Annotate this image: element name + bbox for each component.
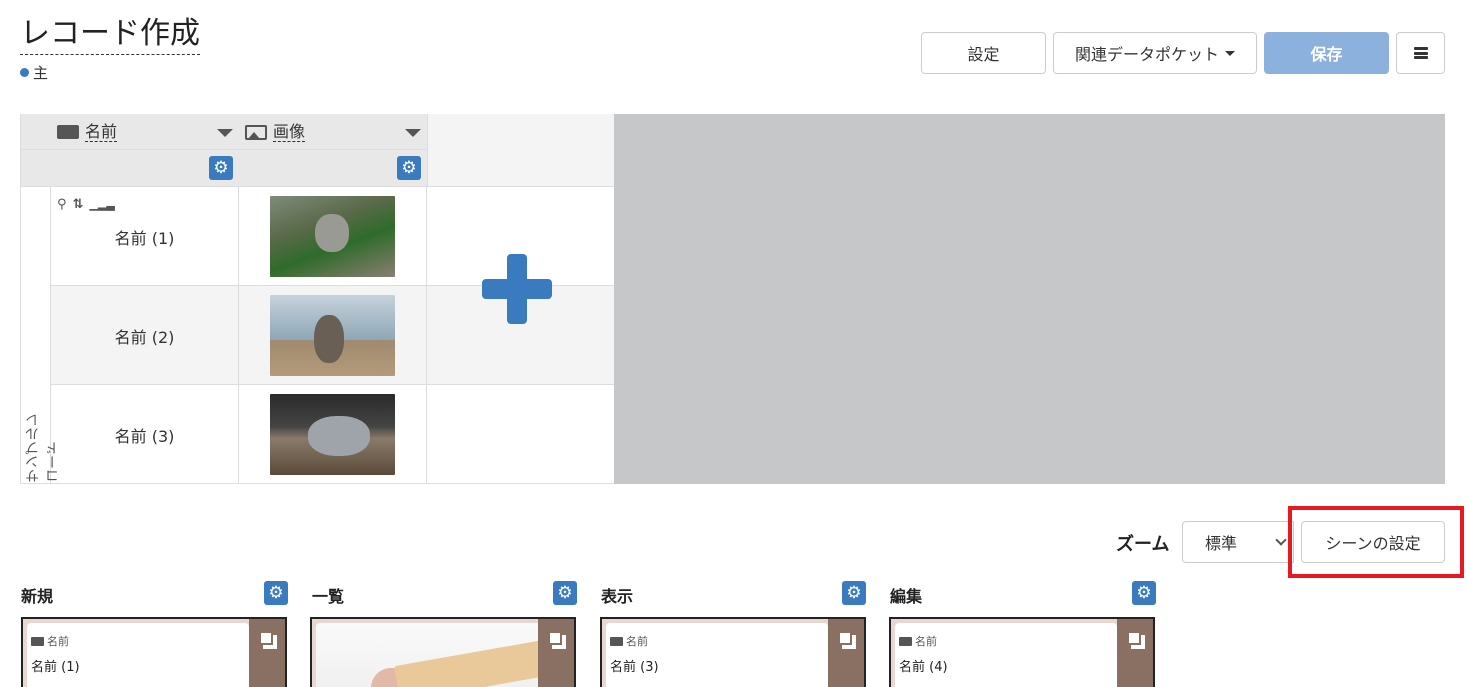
wood-block-photo <box>394 640 548 687</box>
image-field-icon <box>245 124 267 140</box>
scene-card-view[interactable]: 名前 名前 (3) <box>600 617 866 687</box>
highlight-box <box>1288 506 1464 578</box>
hamburger-icon <box>1413 47 1428 59</box>
page-title: レコード作成 <box>20 8 200 55</box>
scene-settings-gear-icon[interactable]: ⚙ <box>264 581 288 605</box>
column-image-label: 画像 <box>273 121 306 142</box>
subtitle-text: 主 <box>33 64 49 82</box>
settings-button[interactable]: 設定 <box>921 32 1046 74</box>
scene-side-panel <box>249 619 285 687</box>
sample-record-label: サンプルレコード <box>21 187 61 484</box>
scene-side-panel <box>1117 619 1153 687</box>
name-cell[interactable]: 名前 (1) <box>51 187 239 286</box>
scene-side-panel <box>538 619 574 687</box>
text-field-icon <box>31 636 44 646</box>
page-subtitle: 主 <box>20 62 48 83</box>
related-data-pocket-label: 関連データポケット <box>1074 45 1219 64</box>
table-row[interactable]: 名前 (3) <box>51 385 615 484</box>
cat-photo-thumbnail <box>270 295 395 376</box>
scene-title-list: 一覧 <box>312 587 345 606</box>
scene-settings-gear-icon[interactable]: ⚙ <box>553 581 577 605</box>
column-settings-gear-icon[interactable]: ⚙ <box>209 156 233 180</box>
name-cell[interactable]: 名前 (3) <box>51 385 239 484</box>
column-dropdown-icon[interactable] <box>405 129 421 137</box>
image-cell[interactable] <box>239 385 427 484</box>
scene-card-list[interactable] <box>310 617 576 687</box>
column-settings-gear-icon[interactable]: ⚙ <box>397 156 421 180</box>
add-column-header <box>427 114 615 187</box>
column-name-label: 名前 <box>85 121 118 142</box>
column-tools-row: ⚲ ⇅ ▁▂▃ ⚙ ⚙ <box>21 150 427 212</box>
scene-title-edit: 編集 <box>890 587 923 606</box>
scene-card-edit[interactable]: 名前 名前 (4) <box>889 617 1155 687</box>
add-column-plus-icon[interactable] <box>482 254 552 324</box>
zoom-select[interactable]: 標準 <box>1182 521 1294 563</box>
text-field-icon <box>610 636 623 646</box>
column-dropdown-icon[interactable] <box>217 129 233 137</box>
image-cell[interactable] <box>239 286 427 385</box>
caret-down-icon <box>1225 50 1235 56</box>
scene-side-panel <box>828 619 864 687</box>
scene-title-new: 新規 <box>21 587 54 606</box>
empty-canvas-area <box>614 114 1445 484</box>
zoom-label: ズーム <box>1116 534 1170 555</box>
scene-card-new[interactable]: 名前 名前 (1) <box>21 617 287 687</box>
chevron-down-icon <box>1275 534 1287 546</box>
image-cell[interactable] <box>239 187 427 286</box>
cat-photo-thumbnail <box>270 196 395 277</box>
zoom-value: 標準 <box>1205 534 1238 553</box>
save-button[interactable]: 保存 <box>1264 32 1389 74</box>
column-header-name[interactable]: 名前 <box>57 114 118 150</box>
text-field-icon <box>899 636 912 646</box>
column-header-image[interactable]: 画像 <box>245 114 306 150</box>
related-data-pocket-dropdown[interactable]: 関連データポケット <box>1053 32 1257 74</box>
scene-title-view: 表示 <box>601 587 634 606</box>
bullet-dot-icon <box>20 68 29 77</box>
scene-settings-gear-icon[interactable]: ⚙ <box>842 581 866 605</box>
column-header-row: 名前 画像 <box>21 114 427 150</box>
scene-settings-gear-icon[interactable]: ⚙ <box>1132 581 1156 605</box>
text-field-icon <box>57 125 79 139</box>
name-cell[interactable]: 名前 (2) <box>51 286 239 385</box>
menu-button[interactable] <box>1396 32 1445 74</box>
cat-photo-thumbnail <box>270 394 395 475</box>
